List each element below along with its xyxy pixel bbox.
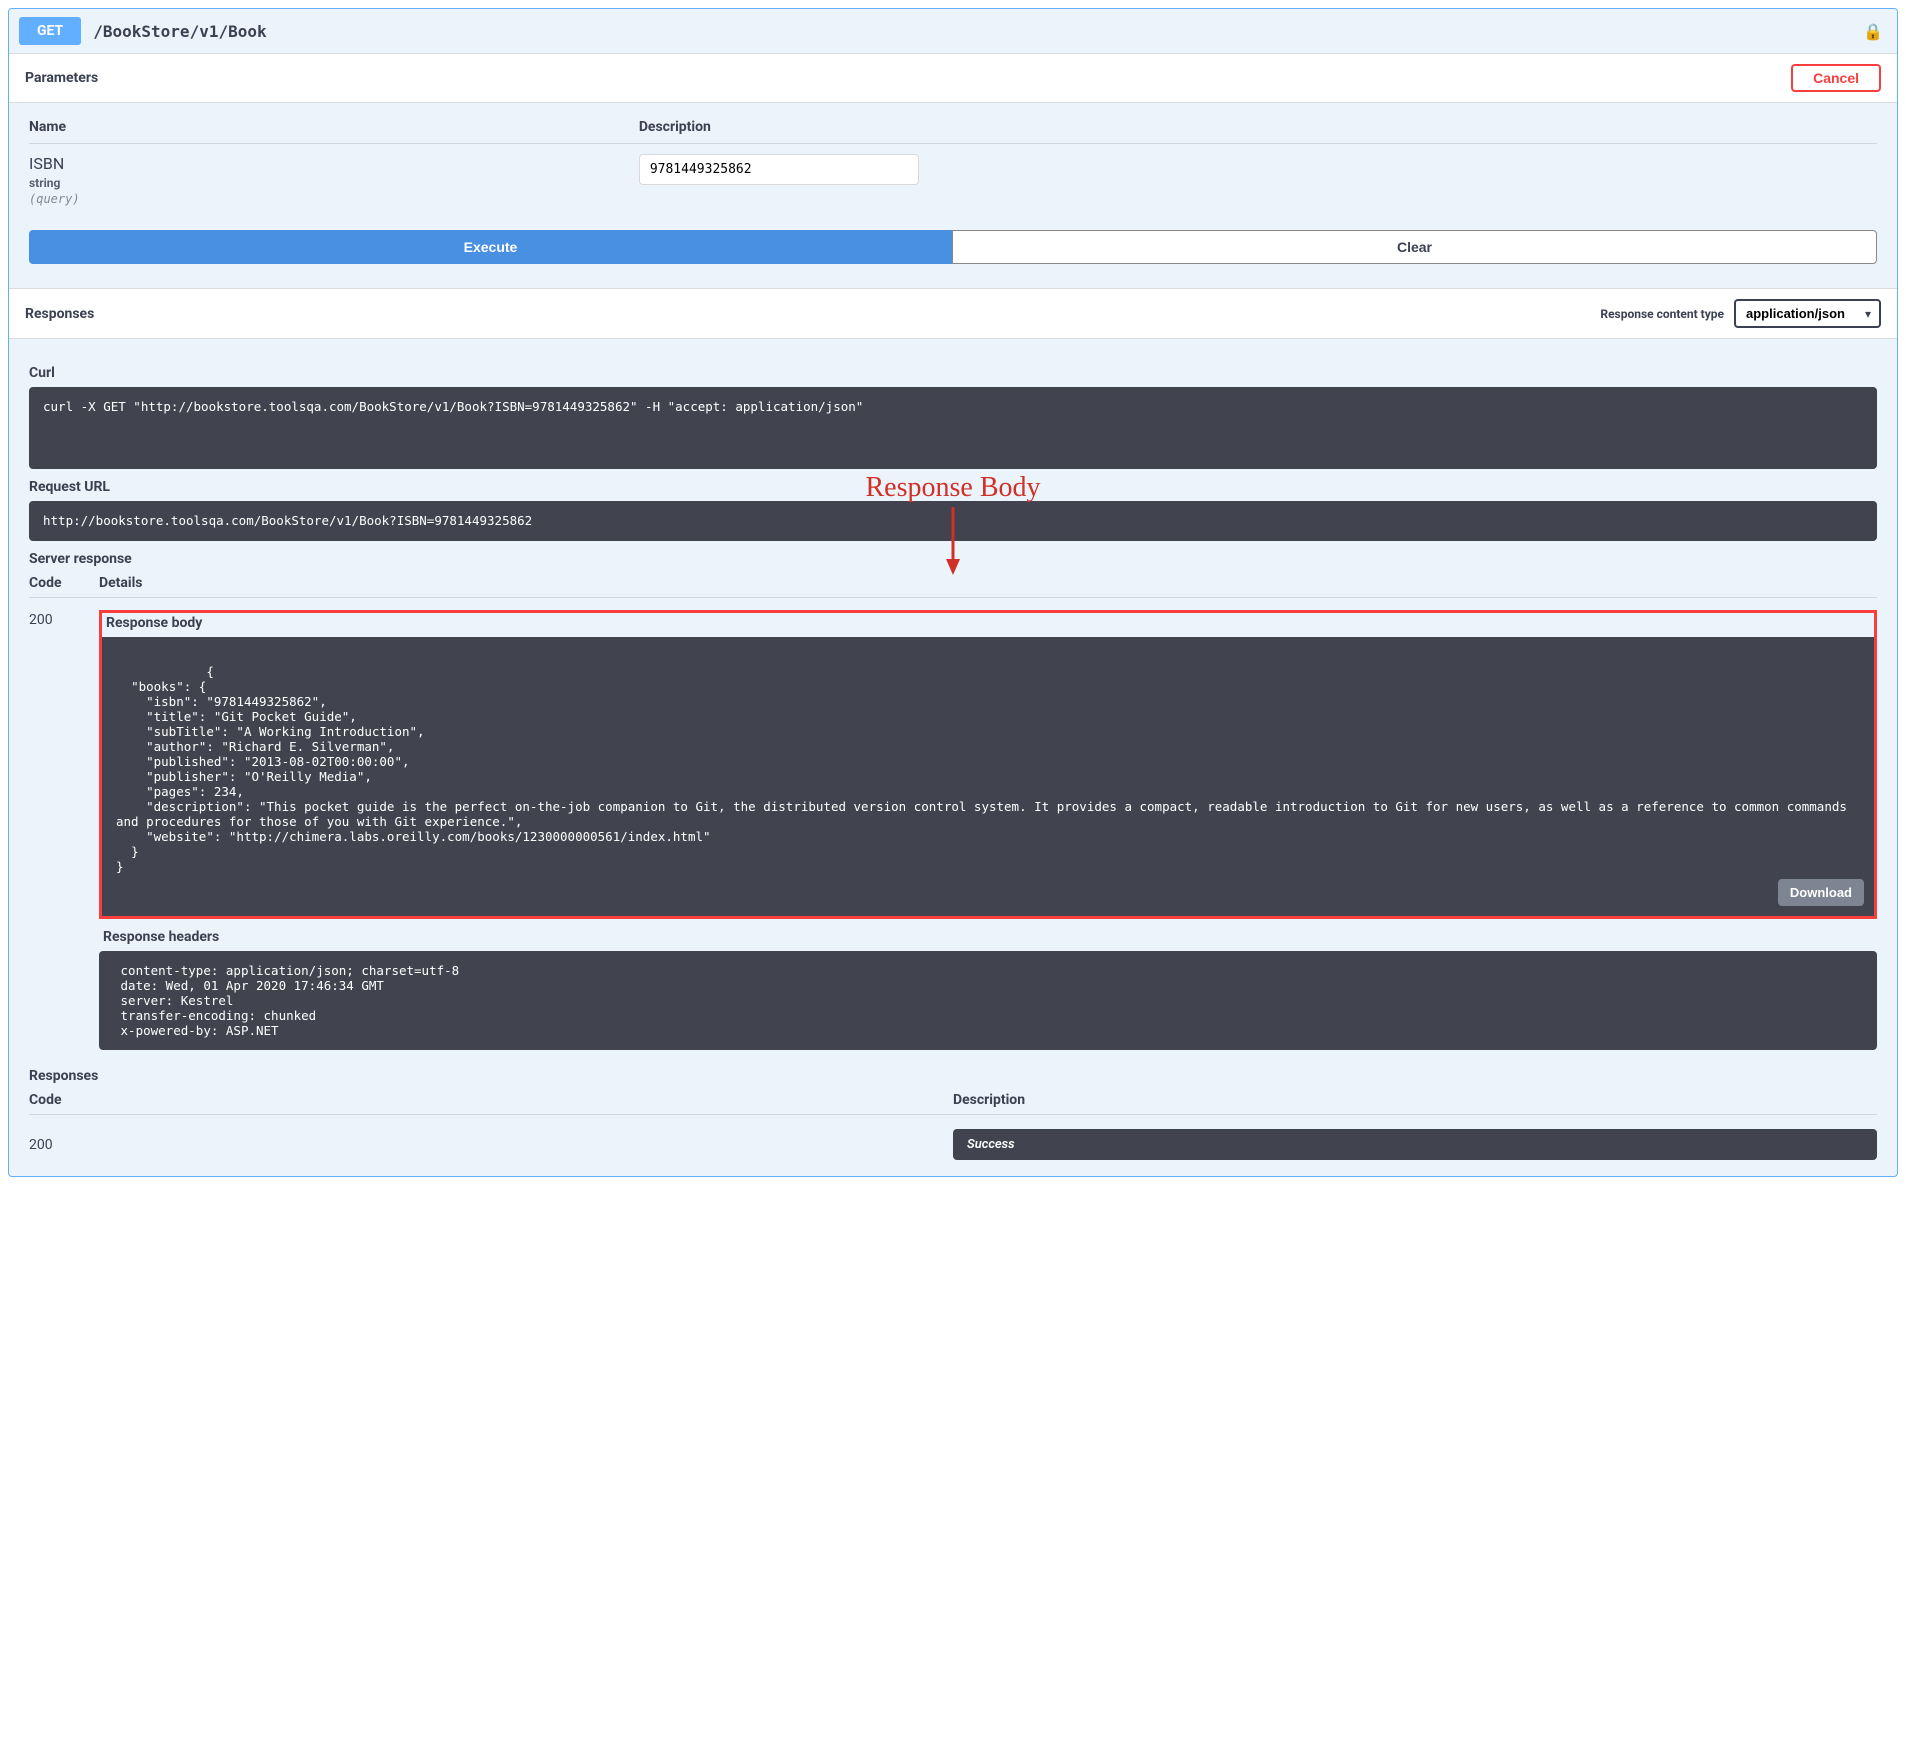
response-body-block[interactable]: { "books": { "isbn": "9781449325862", "t… xyxy=(102,637,1874,916)
cancel-button[interactable]: Cancel xyxy=(1791,64,1881,92)
request-url-title: Request URL xyxy=(29,479,1877,495)
status-code: 200 xyxy=(29,610,99,628)
endpoint-path: /BookStore/v1/Book xyxy=(93,22,266,41)
action-buttons: Execute Clear xyxy=(9,230,1897,288)
responses-title: Responses xyxy=(25,306,94,322)
param-location: (query) xyxy=(29,192,639,206)
responses2-desc: Success xyxy=(953,1129,1877,1160)
response-headers-block[interactable]: content-type: application/json; charset=… xyxy=(99,951,1877,1050)
lock-icon: 🔒 xyxy=(1863,22,1883,41)
curl-block[interactable]: curl -X GET "http://bookstore.toolsqa.co… xyxy=(29,387,1877,469)
parameters-title: Parameters xyxy=(25,70,98,86)
response-section: Curl curl -X GET "http://bookstore.tools… xyxy=(9,339,1897,1176)
response-body-highlight: Response body { "books": { "isbn": "9781… xyxy=(99,610,1877,919)
download-button[interactable]: Download xyxy=(1778,879,1864,906)
swagger-operation-panel: GET /BookStore/v1/Book 🔒 Parameters Canc… xyxy=(8,8,1898,1177)
server-response-row: 200 Response body { "books": { "isbn": "… xyxy=(29,610,1877,1050)
operation-header[interactable]: GET /BookStore/v1/Book 🔒 xyxy=(9,9,1897,53)
responses2-title: Responses xyxy=(29,1068,1877,1084)
curl-title: Curl xyxy=(29,365,1877,381)
responses2-code: 200 xyxy=(29,1137,953,1153)
param-row: ISBN string (query) xyxy=(29,154,1877,206)
server-response-title: Server response xyxy=(29,551,1877,567)
responses-bar: Responses Response content type applicat… xyxy=(9,288,1897,339)
content-type-select[interactable]: application/json xyxy=(1734,299,1881,328)
param-type: string xyxy=(29,176,639,190)
response-body-label: Response body xyxy=(102,613,1874,637)
responses2-row: 200 Success xyxy=(29,1129,1877,1160)
param-name: ISBN xyxy=(29,154,639,173)
content-type-label: Response content type xyxy=(1600,307,1724,321)
request-url-block[interactable]: http://bookstore.toolsqa.com/BookStore/v… xyxy=(29,501,1877,541)
responses2-code-header: Code xyxy=(29,1092,953,1108)
clear-button[interactable]: Clear xyxy=(952,230,1877,264)
code-header: Code xyxy=(29,575,99,591)
execute-button[interactable]: Execute xyxy=(29,230,952,264)
parameters-bar: Parameters Cancel xyxy=(9,53,1897,103)
param-desc-header: Description xyxy=(639,119,1877,135)
responses2-desc-header: Description xyxy=(953,1092,1877,1108)
response-headers-label: Response headers xyxy=(99,919,1877,951)
param-name-header: Name xyxy=(29,119,639,135)
isbn-input[interactable] xyxy=(639,154,919,185)
parameters-body: Name Description ISBN string (query) xyxy=(9,103,1897,230)
method-badge: GET xyxy=(19,17,81,45)
details-header: Details xyxy=(99,575,1877,591)
